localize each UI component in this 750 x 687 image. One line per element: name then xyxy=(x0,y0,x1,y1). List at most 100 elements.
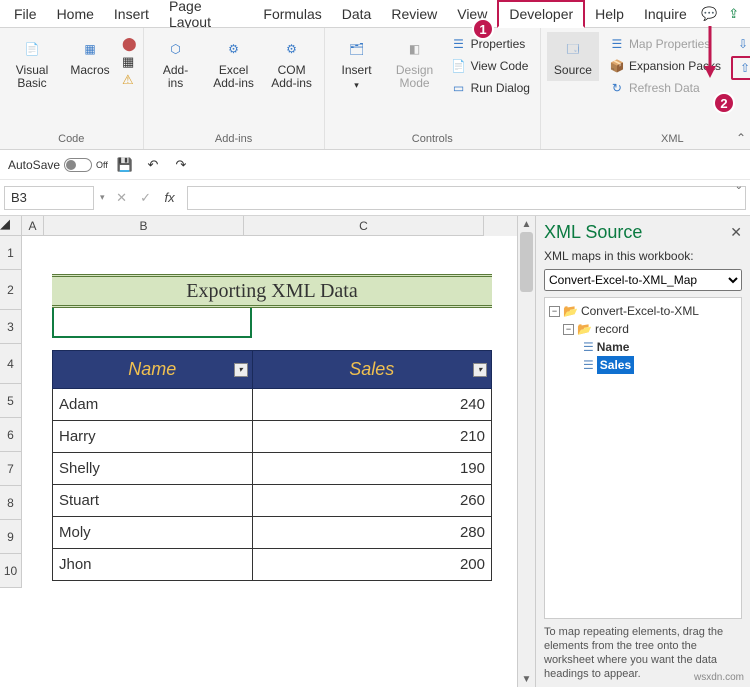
col-name-header: Name▾ xyxy=(53,351,253,389)
active-cell-border xyxy=(52,304,252,338)
tree-toggle-icon[interactable]: − xyxy=(549,306,560,317)
row-header[interactable]: 8 xyxy=(0,486,22,520)
design-mode-button[interactable]: ◧ Design Mode xyxy=(389,32,441,94)
filter-icon[interactable]: ▾ xyxy=(234,363,248,377)
formula-input[interactable]: ⌄ xyxy=(187,186,746,210)
com-addins-icon: ⚙ xyxy=(277,36,307,62)
view-code-button[interactable]: 📄View Code xyxy=(447,56,534,76)
xml-source-pane: XML Source ✕ XML maps in this workbook: … xyxy=(535,216,750,687)
arrow-to-export xyxy=(700,26,720,80)
col-header-a[interactable]: A xyxy=(22,216,44,236)
addins-button[interactable]: ⬡ Add- ins xyxy=(150,32,202,94)
properties-icon: ☰ xyxy=(451,36,467,52)
comments-icon[interactable]: 💬 xyxy=(697,3,722,25)
chevron-down-icon: ▾ xyxy=(354,79,359,92)
redo-button[interactable]: ↷ xyxy=(170,154,192,176)
row-header[interactable]: 7 xyxy=(0,452,22,486)
group-code: 📄 Visual Basic ▦ Macros ⬤ ▦ ⚠ Code xyxy=(0,28,144,149)
excel-addins-button[interactable]: ⚙ Excel Add-ins xyxy=(208,32,260,94)
table-row[interactable]: Stuart260 xyxy=(53,485,492,517)
select-all-corner[interactable]: ◢ xyxy=(0,216,22,236)
table-row[interactable]: Moly280 xyxy=(53,517,492,549)
row-header[interactable]: 1 xyxy=(0,236,22,270)
col-header-b[interactable]: B xyxy=(44,216,244,236)
row-header[interactable]: 3 xyxy=(0,310,22,344)
run-dialog-button[interactable]: ▭Run Dialog xyxy=(447,78,534,98)
import-icon: ⇩ xyxy=(735,36,750,52)
use-relative-icon[interactable]: ▦ xyxy=(122,54,137,70)
design-mode-icon: ◧ xyxy=(400,36,430,62)
refresh-data-button[interactable]: ↻Refresh Data xyxy=(605,78,725,98)
name-box-dropdown-icon[interactable]: ▾ xyxy=(100,192,105,203)
ribbon-body: 📄 Visual Basic ▦ Macros ⬤ ▦ ⚠ Code ⬡ Add… xyxy=(0,28,750,150)
row-header[interactable]: 6 xyxy=(0,418,22,452)
tab-home[interactable]: Home xyxy=(47,2,104,26)
worksheet-grid[interactable]: ◢ 1 2 3 4 5 6 7 8 9 10 A B C Expor xyxy=(0,216,535,687)
row-header[interactable]: 10 xyxy=(0,554,22,588)
col-header-c[interactable]: C xyxy=(244,216,484,236)
close-icon[interactable]: ✕ xyxy=(730,224,742,241)
refresh-icon: ↻ xyxy=(609,80,625,96)
visual-basic-label: Visual Basic xyxy=(16,64,48,90)
record-macro-icon[interactable]: ⬤ xyxy=(122,36,137,52)
callout-1: 1 xyxy=(472,18,494,40)
tab-insert[interactable]: Insert xyxy=(104,2,159,26)
table-row[interactable]: Shelly190 xyxy=(53,453,492,485)
sheet-title: Exporting XML Data xyxy=(52,274,492,308)
tree-toggle-icon[interactable]: − xyxy=(563,324,574,335)
row-header[interactable]: 4 xyxy=(0,344,22,384)
scroll-up-icon[interactable]: ▲ xyxy=(518,216,535,232)
table-row[interactable]: Harry210 xyxy=(53,421,492,453)
row-header[interactable]: 2 xyxy=(0,270,22,310)
xml-tree[interactable]: −📂Convert-Excel-to-XML −📂record ☰Name ☰S… xyxy=(544,297,742,619)
undo-button[interactable]: ↶ xyxy=(142,154,164,176)
export-icon: ⇧ xyxy=(737,60,750,76)
vertical-scrollbar[interactable]: ▲ ▼ xyxy=(517,216,535,687)
xml-field-sales[interactable]: Sales xyxy=(597,356,634,374)
group-addins: ⬡ Add- ins ⚙ Excel Add-ins ⚙ COM Add-ins… xyxy=(144,28,325,149)
table-row[interactable]: Jhon200 xyxy=(53,549,492,581)
tab-file[interactable]: File xyxy=(4,2,47,26)
save-button[interactable]: 💾 xyxy=(114,154,136,176)
tab-help[interactable]: Help xyxy=(585,2,634,26)
visual-basic-button[interactable]: 📄 Visual Basic xyxy=(6,32,58,94)
com-addins-button[interactable]: ⚙ COM Add-ins xyxy=(266,32,318,94)
name-box[interactable]: B3 xyxy=(4,186,94,210)
tab-developer[interactable]: Developer xyxy=(497,0,585,28)
share-icon[interactable]: ⇪ xyxy=(721,3,746,25)
group-addins-label: Add-ins xyxy=(215,133,252,145)
xml-field-name[interactable]: Name xyxy=(597,338,630,356)
export-button[interactable]: ⇧Export xyxy=(731,56,750,80)
table-row[interactable]: Adam240 xyxy=(53,389,492,421)
row-header[interactable]: 5 xyxy=(0,384,22,418)
tab-review[interactable]: Review xyxy=(381,2,447,26)
group-controls: 🗂 Insert ▾ ◧ Design Mode ☰Properties 📄Vi… xyxy=(325,28,541,149)
excel-addins-icon: ⚙ xyxy=(219,36,249,62)
filter-icon[interactable]: ▾ xyxy=(473,363,487,377)
insert-function-button[interactable]: fx xyxy=(159,187,181,209)
tab-data[interactable]: Data xyxy=(332,2,382,26)
xml-source-button[interactable]: 🗔 Source xyxy=(547,32,599,81)
folder-icon: 📂 xyxy=(577,320,592,338)
group-xml-label: XML xyxy=(661,133,684,145)
macros-button[interactable]: ▦ Macros xyxy=(64,32,116,81)
insert-control-button[interactable]: 🗂 Insert ▾ xyxy=(331,32,383,96)
macro-security-icon[interactable]: ⚠ xyxy=(122,72,137,88)
toggle-switch[interactable] xyxy=(64,158,92,172)
ribbon-collapse-button[interactable]: ⌃ xyxy=(736,131,746,145)
import-button[interactable]: ⇩Import xyxy=(731,34,750,54)
xml-map-select[interactable]: Convert-Excel-to-XML_Map xyxy=(544,269,742,291)
row-header[interactable]: 9 xyxy=(0,520,22,554)
map-properties-icon: ☰ xyxy=(609,36,625,52)
tab-formulas[interactable]: Formulas xyxy=(253,2,331,26)
group-code-label: Code xyxy=(58,133,84,145)
xml-source-icon: 🗔 xyxy=(558,36,588,62)
scroll-thumb[interactable] xyxy=(520,232,533,292)
expand-formula-bar-icon[interactable]: ⌄ xyxy=(735,181,743,192)
enter-formula-button[interactable]: ✓ xyxy=(135,187,157,209)
cancel-formula-button[interactable]: ✕ xyxy=(111,187,133,209)
macros-label: Macros xyxy=(70,64,109,77)
scroll-down-icon[interactable]: ▼ xyxy=(518,671,535,687)
tab-inquire[interactable]: Inquire xyxy=(634,2,697,26)
autosave-toggle[interactable]: AutoSave Off xyxy=(8,158,108,172)
